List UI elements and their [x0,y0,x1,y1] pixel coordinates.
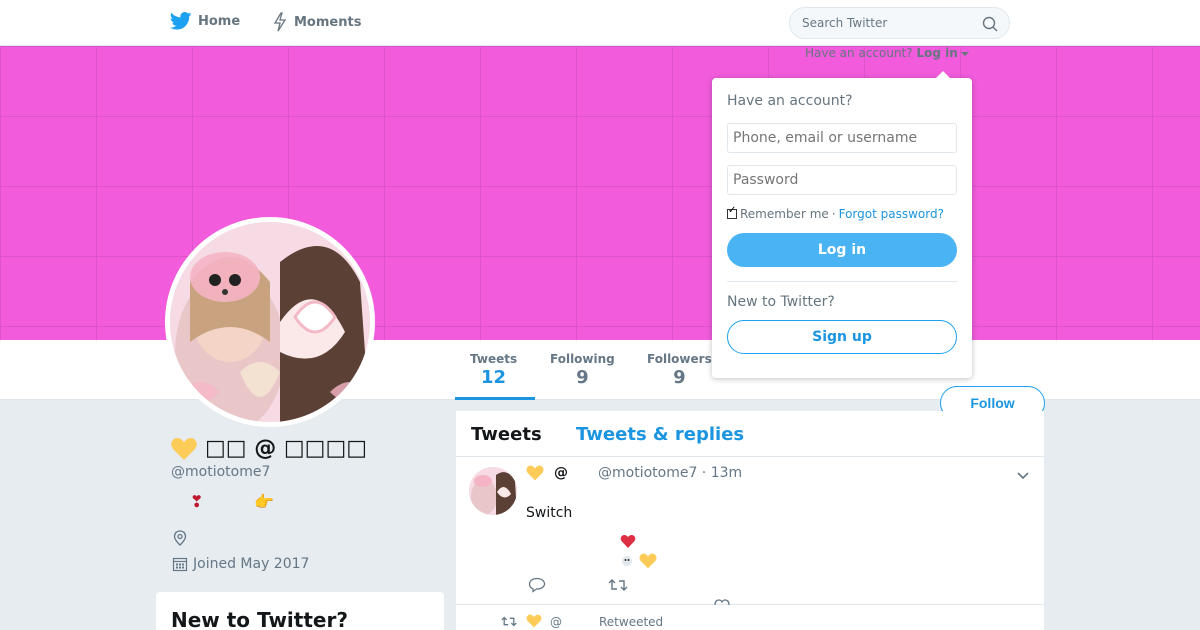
have-account-text: Have an account? [805,46,913,60]
login-button[interactable]: Log in [727,233,957,267]
yellow-heart-icon [171,437,197,460]
forgot-password-link[interactable]: Forgot password? [839,207,944,221]
yellow-heart-icon [526,465,544,481]
timeline-tabs: Tweets Tweets & replies [456,411,1044,457]
profile-name: □□ @ □□□□ [171,436,367,461]
stat-tweets[interactable]: Tweets 12 [470,352,517,388]
chevron-down-icon[interactable] [1016,469,1030,483]
username-field[interactable] [727,123,957,153]
lightning-icon [273,12,287,32]
search-input[interactable]: Search Twitter [802,16,887,30]
divider [727,281,957,282]
nav-home[interactable]: Home [170,12,240,30]
retweeted-label: Retweeted [599,615,664,629]
tweet-avatar[interactable] [469,467,517,515]
separator-dot: · [831,207,836,221]
stat-label: Tweets [470,352,518,366]
remember-checkbox[interactable] [727,205,737,219]
retweeter-at[interactable]: @ [550,615,562,629]
caret-down-icon [960,51,969,56]
yellow-heart-icon [526,614,542,628]
avatar-photo [170,222,370,422]
retweet-icon[interactable] [608,577,628,593]
top-nav-bar: Home Moments Search Twitter [0,0,1200,46]
joined-text: Joined May 2017 [193,556,310,572]
nav-moments[interactable]: Moments [272,12,361,32]
nav-home-label: Home [198,13,241,29]
login-dropdown-link[interactable]: Log in [916,46,969,60]
calendar-icon [172,557,188,572]
login-popover: Have an account? Remember me · Forgot pa… [712,71,972,378]
login-link-label: Log in [916,46,958,60]
stat-value: 12 [481,367,507,388]
bio-heart-exclamation: ❣ [190,492,204,511]
joined-date: Joined May 2017 [172,556,309,572]
remember-row: Remember me · Forgot password? [727,205,957,221]
heart-ribbon-icon [620,535,636,548]
stat-followers[interactable]: Followers 9 [647,352,712,388]
active-tab-underline [455,397,535,400]
location-pin-icon [173,530,187,546]
tweet-item[interactable]: @ @motiotome7 · 13m Switch [456,457,1044,605]
stat-label: Followers [647,352,712,366]
ghost-icon [622,556,632,566]
new-card-title: New to Twitter? [171,608,348,630]
tweet-author-at: @ [554,465,568,481]
popover-title: Have an account? [727,93,853,109]
like-icon[interactable] [714,599,730,605]
retweet-row: @ Retweeted [456,607,1044,630]
remember-label[interactable]: Remember me [740,207,829,221]
tab-tweets[interactable]: Tweets [471,424,542,445]
profile-avatar[interactable] [165,217,375,427]
new-to-twitter-text: New to Twitter? [727,294,835,310]
twitter-bird-icon [170,12,192,30]
password-field[interactable] [727,165,957,195]
reply-icon[interactable] [528,577,546,593]
search-icon[interactable] [982,16,998,32]
tweet-header: @ @motiotome7 · 13m [526,465,742,481]
profile-handle: @motiotome7 [171,464,271,480]
new-to-twitter-card: New to Twitter? [156,592,444,630]
tab-tweets-replies[interactable]: Tweets & replies [576,424,744,445]
avatar-photo [469,467,517,515]
tweet-author-name[interactable]: @ [526,465,568,481]
timeline: Tweets Tweets & replies @ @motiotome7 · … [456,411,1044,630]
yellow-heart-icon [639,553,657,569]
signup-button[interactable]: Sign up [727,320,957,354]
stat-following[interactable]: Following 9 [550,352,615,388]
bio-pointing-hand: 👉 [254,492,274,511]
profile-name-text: □□ @ □□□□ [205,436,368,461]
search-box[interactable]: Search Twitter [789,7,1010,39]
tweet-handle-time[interactable]: @motiotome7 · 13m [598,465,742,481]
login-prompt: Have an account? Log in [805,46,969,60]
retweet-icon [501,616,517,627]
tweet-text: Switch [526,505,573,521]
nav-moments-label: Moments [294,14,362,30]
stat-value: 9 [673,367,686,388]
stat-value: 9 [576,367,589,388]
stat-label: Following [550,352,615,366]
